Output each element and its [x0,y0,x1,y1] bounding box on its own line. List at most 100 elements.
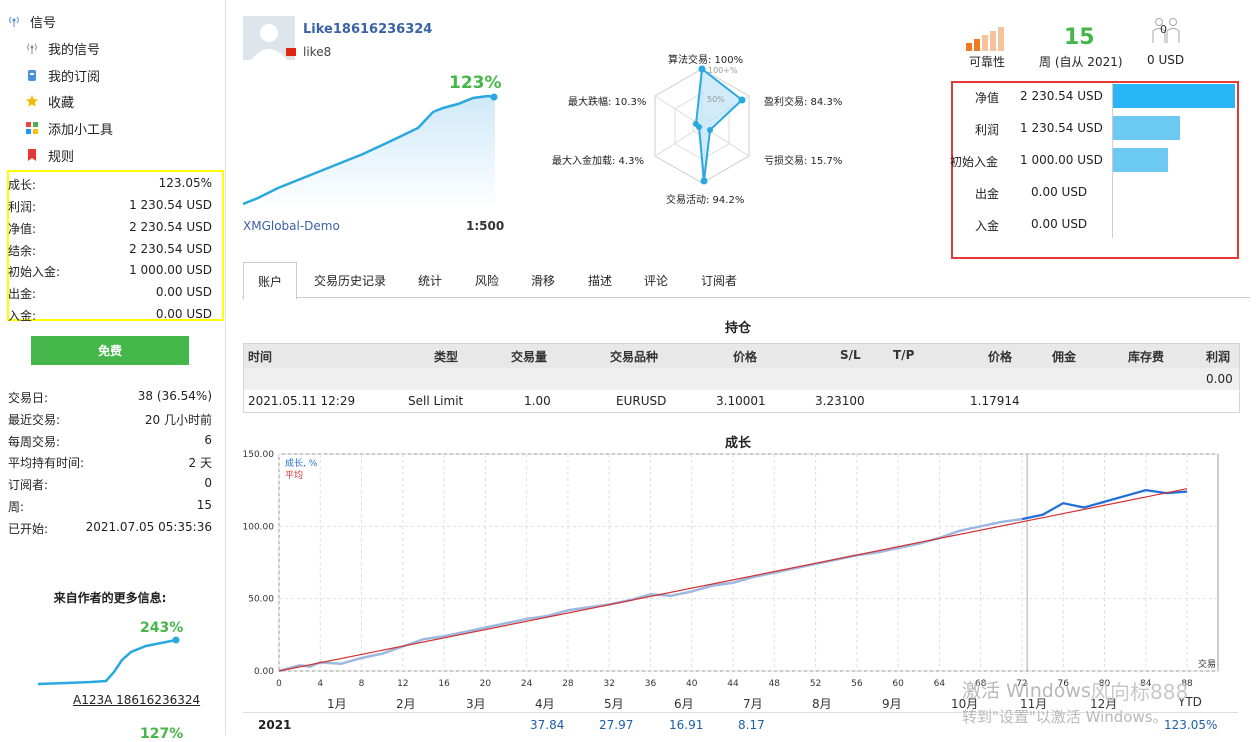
more-signal-link[interactable]: A123A 18616236324 [73,693,200,707]
weeks-label: 周 (自从 2021) [1039,55,1123,69]
col-profit: 利润 [1206,350,1231,364]
balance-bar [1113,116,1181,140]
tab-trade-history[interactable]: 交易历史记录 [305,262,395,298]
activation-watermark-sub: 转到"设置"以激活 Windows。 [962,708,1168,726]
broker-name: XMGlobal-Demo [243,219,340,233]
tab-subscribers[interactable]: 订阅者 [690,262,748,298]
x-tick-label: 8 [359,679,365,689]
x-axis-label: 交易 [1198,658,1216,670]
col-swap: 库存费 [1128,350,1165,364]
y-tick-label: 0.00 [254,667,274,677]
sidebar-item-my-subscriptions[interactable]: 我的订阅 [24,64,100,86]
radar-chart [654,65,750,185]
balance-value: 0.00 USD [1031,217,1088,231]
balance-bar [1113,148,1168,172]
balance-value: 1 230.54 USD [1020,121,1103,135]
row-price-current: 1.17914 [970,394,1020,408]
info-weeks: 周: 15 [8,498,212,514]
balance-label: 利润 [975,123,1000,137]
tab-slippage[interactable]: 滑移 [518,262,568,298]
sidebar-item-rules[interactable]: 规则 [24,144,74,166]
row-volume: 1.00 [524,394,551,408]
plot-area [278,453,1219,672]
balance-value: 2 230.54 USD [1020,89,1103,103]
month-header: 3月 [466,697,486,711]
stat-profit: 利润: 1 230.54 USD [8,198,212,214]
sidebar: 信号 我的信号 我的订阅 收藏 添加小工具 规则 成长: 123.05% 利润: 1… [0,0,226,742]
sidebar-item-add-widget[interactable]: 添加小工具 [24,117,113,139]
tab-statistics[interactable]: 统计 [405,262,455,298]
x-tick-label: 28 [562,679,574,689]
x-tick-label: 56 [851,679,863,689]
month-header: 6月 [674,697,694,711]
radar-label-loss-trades: 亏损交易: 15.7% [764,156,843,167]
balance-value: 1 000.00 USD [1020,153,1103,167]
x-tick-label: 12 [397,679,408,689]
month-header: 4月 [535,697,555,711]
radar-label-activity: 交易活动: 94.2% [666,195,745,206]
col-commission: 佣金 [1052,350,1077,364]
month-value: 123.05% [1164,718,1218,732]
sidebar-item-my-signals[interactable]: 我的信号 [24,37,100,59]
radar-label-max-drawdown: 最大跌幅: 10.3% [568,97,647,108]
widget-icon [24,120,40,136]
growth-sparkline [243,93,498,210]
growth-chart: 0 4 8 12 16 20 24 28 32 36 40 44 48 52 56 60 64 68 72 76 80 8… [243,450,1219,689]
month-header: 5月 [604,697,624,711]
stat-balance: 结余: 2 230.54 USD [8,242,212,258]
weeks-value: 15 [1064,25,1095,50]
profile-name[interactable]: Like18616236324 [303,22,432,37]
month-header: 8月 [812,697,832,711]
china-flag-icon [286,48,296,56]
info-avg-hold: 平均持有时间: 2 天 [8,456,212,470]
col-sl: S/L [840,348,861,362]
leverage: 1:500 [466,219,505,233]
radar-label-max-deposit-load: 最大入金加载: 4.3% [552,156,644,167]
info-last-trade: 最近交易: 20 几小时前 [8,413,212,427]
tab-risk[interactable]: 风险 [462,262,512,298]
x-tick-label: 36 [645,679,657,689]
month-value: 8.17 [738,718,765,732]
x-tick-label: 64 [934,679,946,689]
stat-growth: 成长: 123.05% [8,176,212,192]
x-tick-label: 32 [603,679,614,689]
tab-description[interactable]: 描述 [575,262,625,298]
x-tick-label: 20 [480,679,492,689]
balance-label: 净值 [975,91,1000,105]
balance-bar [1113,84,1235,108]
y-tick-label: 150.00 [243,450,275,460]
more-from-author-title: 来自作者的更多信息: [53,591,167,605]
star-icon [24,93,40,109]
col-price: 价格 [733,350,758,364]
x-tick-label: 60 [892,679,904,689]
tab-reviews[interactable]: 评论 [631,262,681,298]
balance-value: 0.00 USD [1031,185,1088,199]
balance-label: 初始入金 [950,155,999,169]
month-value: 37.84 [530,718,565,732]
bookmark-icon [24,147,40,163]
col-type: 类型 [434,350,459,364]
tab-account[interactable]: 账户 [243,262,297,300]
free-subscribe-button[interactable]: 免费 [31,336,189,365]
info-trading-days: 交易日: 38 (36.54%) [8,389,212,405]
my-signal-icon [24,40,40,56]
balance-label: 出金 [975,187,1000,201]
subscription-icon [24,67,40,83]
x-tick-label: 16 [438,679,450,689]
legend-growth: 成长, % [285,457,318,469]
profile-subname: like8 [303,45,332,59]
positions-summary-row [243,368,1240,390]
row-time: 2021.05.11 12:29 [248,394,356,408]
col-time: 时间 [248,350,273,364]
stat-initial-deposit: 初始入金: 1 000.00 USD [8,263,212,279]
row-price: 3.10001 [716,394,766,408]
stat-equity: 净值: 2 230.54 USD [8,220,212,236]
reliability-label: 可靠性 [969,55,1006,69]
sidebar-item-signals[interactable]: 信号 [6,10,56,32]
sidebar-item-favorites[interactable]: 收藏 [24,90,74,112]
col-volume: 交易量 [511,350,548,364]
radar-ring-50: 50% [707,95,725,104]
month-value: 27.97 [599,718,634,732]
row-type: Sell Limit [408,394,464,408]
summary-profit: 0.00 [1206,372,1233,386]
